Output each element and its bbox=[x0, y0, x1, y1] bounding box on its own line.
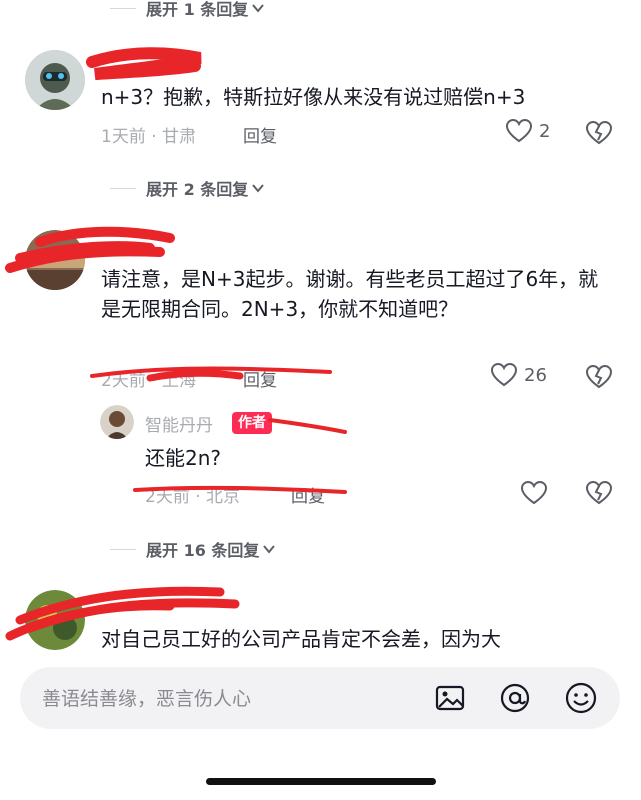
expand-replies-label: 展开 16 条回复 bbox=[146, 541, 260, 560]
expand-replies-label: 展开 2 条回复 bbox=[146, 180, 249, 199]
reply-meta: 2天前 · 北京 bbox=[145, 487, 241, 507]
comment-input[interactable] bbox=[40, 682, 424, 716]
comment-input-bar bbox=[20, 667, 620, 729]
reply-username[interactable]: 智能丹丹 bbox=[145, 411, 213, 436]
comment-meta: 2天前 · 上海 bbox=[101, 371, 197, 391]
broken-heart-icon[interactable] bbox=[585, 120, 613, 146]
reply-button[interactable]: 回复 bbox=[243, 122, 277, 147]
chevron-down-icon bbox=[252, 4, 265, 13]
divider-line bbox=[110, 548, 136, 550]
heart-icon[interactable] bbox=[520, 480, 548, 506]
avatar[interactable] bbox=[25, 590, 85, 650]
expand-replies-3[interactable]: 展开 16 条回复 bbox=[110, 537, 276, 561]
like-count: 2 bbox=[539, 120, 551, 142]
chevron-down-icon bbox=[252, 184, 265, 193]
emoji-icon[interactable] bbox=[564, 681, 598, 715]
heart-icon bbox=[490, 362, 518, 387]
home-indicator[interactable] bbox=[206, 778, 436, 785]
avatar-image bbox=[100, 405, 134, 439]
avatar-image bbox=[25, 50, 85, 110]
expand-replies-label: 展开 1 条回复 bbox=[146, 0, 249, 19]
like-count: 26 bbox=[524, 364, 547, 386]
chevron-down-icon bbox=[263, 545, 276, 554]
comment-meta: 1天前 · 甘肃 bbox=[101, 127, 197, 147]
like-button[interactable]: 26 bbox=[490, 362, 547, 388]
author-badge: 作者 bbox=[232, 412, 272, 434]
image-icon[interactable] bbox=[433, 681, 467, 715]
comment-text: n+3？抱歉，特斯拉好像从来没有说过赔偿n+3 bbox=[101, 85, 526, 109]
divider-line bbox=[110, 7, 136, 9]
divider-line bbox=[110, 187, 136, 189]
broken-heart-icon[interactable] bbox=[585, 364, 613, 390]
avatar[interactable] bbox=[25, 50, 85, 110]
avatar[interactable] bbox=[25, 230, 85, 290]
expand-replies-1[interactable]: 展开 1 条回复 bbox=[110, 0, 265, 20]
broken-heart-icon[interactable] bbox=[585, 480, 613, 506]
author-avatar[interactable] bbox=[100, 405, 134, 439]
expand-replies-2[interactable]: 展开 2 条回复 bbox=[110, 176, 265, 200]
reply-text: 还能2n? bbox=[145, 446, 222, 470]
at-icon[interactable] bbox=[498, 681, 532, 715]
comment-text: 请注意，是N+3起步。谢谢。有些老员工超过了6年，就是无限期合同。2N+3，你就… bbox=[101, 267, 599, 321]
reply-button[interactable]: 回复 bbox=[291, 482, 325, 507]
reply-button[interactable]: 回复 bbox=[243, 366, 277, 391]
avatar-image bbox=[25, 590, 85, 650]
comment-text: 对自己员工好的公司产品肯定不会差，因为大 bbox=[101, 627, 501, 651]
like-button[interactable]: 2 bbox=[505, 118, 550, 144]
heart-icon bbox=[505, 118, 533, 143]
avatar-image bbox=[25, 230, 85, 290]
